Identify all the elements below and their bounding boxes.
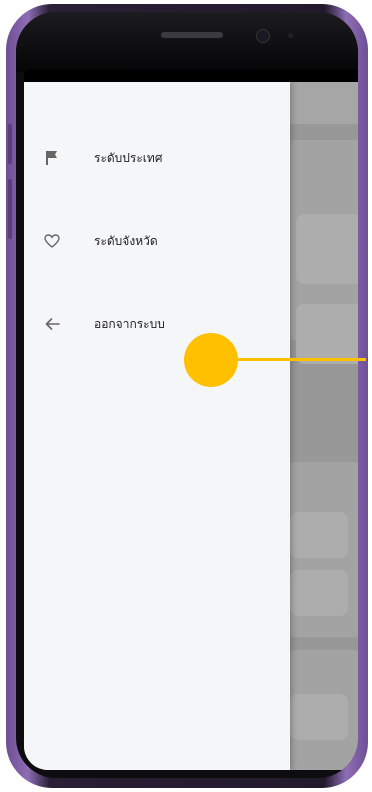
content-card-inner [296, 304, 358, 364]
tap-indicator-dot [184, 333, 238, 387]
phone-frame: ระดับประเทศ ระดับจังหวัด ออกจากระบบ [6, 4, 368, 788]
navigation-drawer: ระดับประเทศ ระดับจังหวัด ออกจากระบบ [24, 82, 290, 770]
phone-top-glass [16, 12, 358, 72]
front-camera [256, 29, 270, 43]
bixby-key [8, 179, 12, 239]
status-bar [24, 70, 358, 82]
volume-key [8, 124, 12, 164]
flag-icon [42, 148, 62, 168]
arrow-left-icon [42, 314, 62, 334]
content-card-inner [290, 570, 348, 616]
content-card-inner [290, 512, 348, 558]
phone-bezel: ระดับประเทศ ระดับจังหวัด ออกจากระบบ [16, 12, 358, 778]
drawer-item-province[interactable]: ระดับจังหวัด [24, 221, 290, 261]
heart-outline-icon [42, 231, 62, 251]
tap-indicator-line [236, 358, 366, 361]
app-screen: ระดับประเทศ ระดับจังหวัด ออกจากระบบ [24, 70, 358, 770]
content-card-inner [296, 214, 358, 284]
drawer-item-label: ออกจากระบบ [94, 316, 165, 331]
earpiece-speaker [161, 32, 223, 38]
drawer-item-label: ระดับประเทศ [94, 150, 163, 165]
drawer-item-logout[interactable]: ออกจากระบบ [24, 304, 290, 344]
drawer-item-label: ระดับจังหวัด [94, 233, 158, 248]
proximity-sensor [288, 33, 293, 38]
content-card-inner [290, 694, 348, 740]
drawer-item-country[interactable]: ระดับประเทศ [24, 138, 290, 178]
